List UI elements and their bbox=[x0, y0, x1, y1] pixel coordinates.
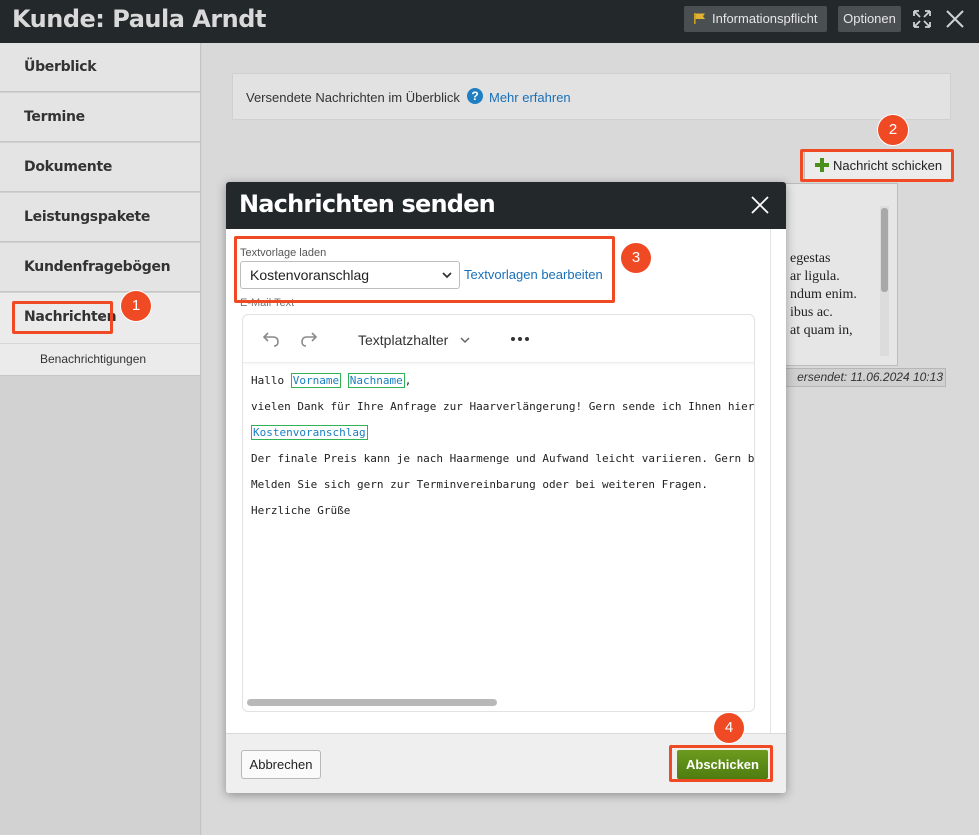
annotation-badge-4: 4 bbox=[714, 713, 744, 743]
close-icon[interactable] bbox=[944, 8, 966, 30]
placeholder-kostenvoranschlag[interactable]: Kostenvoranschlag bbox=[251, 425, 368, 440]
close-icon[interactable] bbox=[750, 195, 770, 215]
email-line: Kostenvoranschlag bbox=[251, 425, 368, 441]
sidebar-subitem-label: Benachrichtigungen bbox=[40, 352, 147, 366]
redo-icon[interactable] bbox=[299, 329, 319, 349]
annotation-box-2 bbox=[800, 149, 954, 182]
optionen-button[interactable]: Optionen bbox=[838, 6, 901, 32]
annotation-badge-3: 3 bbox=[621, 243, 651, 273]
email-line: Herzliche Grüße bbox=[251, 504, 351, 517]
info-text: Versendete Nachrichten im Überblick bbox=[246, 90, 460, 105]
editor-toolbar: Textplatzhalter bbox=[243, 315, 754, 363]
horizontal-scrollbar[interactable] bbox=[247, 699, 497, 706]
email-editor[interactable]: Textplatzhalter Hallo Vorname Nachname, … bbox=[242, 314, 755, 712]
placeholder-vorname[interactable]: Vorname bbox=[290, 373, 342, 388]
preview-line: ar ligula. bbox=[790, 269, 840, 284]
divider bbox=[0, 375, 200, 376]
info-bar: Versendete Nachrichten im Überblick ? Me… bbox=[232, 73, 951, 120]
annotation-badge-2: 2 bbox=[878, 115, 908, 145]
help-icon[interactable]: ? bbox=[467, 88, 483, 104]
sidebar-item-ueberblick[interactable]: Überblick bbox=[0, 43, 200, 92]
sidebar: Überblick Termine Dokumente Leistungspak… bbox=[0, 43, 201, 835]
informationspflicht-button[interactable]: Informationspflicht bbox=[684, 6, 827, 32]
preview-line: at quam in, bbox=[790, 323, 853, 338]
preview-line: ibus ac. bbox=[790, 305, 833, 320]
expand-icon[interactable] bbox=[911, 8, 933, 30]
preview-line: ndum enim. bbox=[790, 287, 857, 302]
message-preview-text: egestas ar ligula. ndum enim. ibus ac. a… bbox=[790, 250, 857, 340]
scrollbar-thumb[interactable] bbox=[881, 208, 888, 292]
sidebar-subitem-benachrichtigungen[interactable]: Benachrichtigungen bbox=[0, 343, 200, 375]
sidebar-item-dokumente[interactable]: Dokumente bbox=[0, 143, 200, 192]
page-title: Kunde: Paula Arndt bbox=[12, 5, 266, 33]
sidebar-item-termine[interactable]: Termine bbox=[0, 93, 200, 142]
informationspflicht-label: Informationspflicht bbox=[712, 11, 818, 26]
mehr-erfahren-link[interactable]: Mehr erfahren bbox=[489, 90, 571, 105]
dialog-title: Nachrichten senden bbox=[239, 190, 496, 218]
annotation-badge-1: 1 bbox=[121, 291, 151, 321]
sidebar-item-kundenfrageboegen[interactable]: Kundenfragebögen bbox=[0, 243, 200, 292]
annotation-box-4 bbox=[669, 745, 773, 782]
annotation-box-3 bbox=[234, 236, 615, 303]
dialog-header: Nachrichten senden bbox=[226, 182, 786, 229]
sent-timestamp: ersendet: 11.06.2024 10:13 bbox=[785, 368, 946, 387]
greeting-text: Hallo bbox=[251, 374, 285, 387]
sidebar-item-leistungspakete[interactable]: Leistungspakete bbox=[0, 193, 200, 242]
preview-line: egestas bbox=[790, 251, 831, 266]
app-header: Kunde: Paula Arndt Informationspflicht O… bbox=[0, 0, 979, 43]
email-line: Der finale Preis kann je nach Haarmenge … bbox=[251, 452, 755, 465]
undo-icon[interactable] bbox=[261, 329, 281, 349]
flag-icon bbox=[694, 13, 705, 24]
chevron-down-icon[interactable] bbox=[459, 334, 471, 346]
comma-text: , bbox=[404, 374, 412, 387]
textplatzhalter-dropdown[interactable]: Textplatzhalter bbox=[358, 332, 448, 348]
more-icon[interactable] bbox=[509, 329, 531, 349]
email-line: vielen Dank für Ihre Anfrage zur Haarver… bbox=[251, 400, 755, 413]
abbrechen-button[interactable]: Abbrechen bbox=[241, 750, 321, 779]
email-line: Melden Sie sich gern zur Terminvereinbar… bbox=[251, 478, 708, 491]
message-preview-card[interactable]: egestas ar ligula. ndum enim. ibus ac. a… bbox=[785, 183, 898, 366]
placeholder-nachname[interactable]: Nachname bbox=[347, 373, 405, 388]
email-line: Hallo Vorname Nachname, bbox=[251, 373, 411, 389]
annotation-box-1 bbox=[12, 301, 113, 334]
divider bbox=[770, 229, 771, 733]
